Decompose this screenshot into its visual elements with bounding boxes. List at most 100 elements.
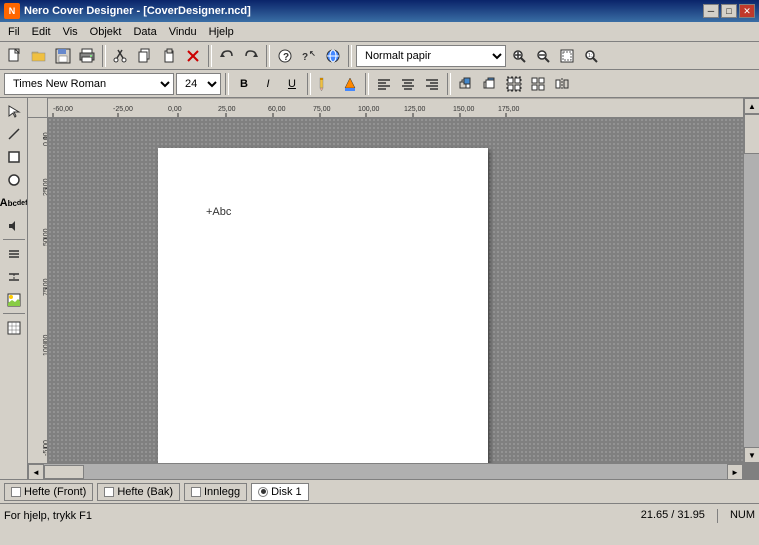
align-right-button[interactable] (421, 73, 443, 95)
text-tool-button[interactable]: Abc def (3, 192, 25, 214)
innlegg-checkbox[interactable] (191, 487, 201, 497)
spacing-button[interactable] (3, 266, 25, 288)
obj-front-button[interactable] (455, 73, 477, 95)
status-right: 21.65 / 31.95 NUM (641, 509, 755, 523)
open-button[interactable] (28, 45, 50, 67)
fmt-separator4 (447, 73, 451, 95)
canvas-area[interactable]: -60,00 -25,00 0,00 25,00 60,00 75,00 100… (28, 98, 759, 479)
fmt-separator3 (365, 73, 369, 95)
audio-tool-button[interactable] (3, 215, 25, 237)
svg-text:150,00: 150,00 (453, 106, 475, 113)
scrollbar-horizontal[interactable]: ◄ ► (28, 463, 743, 479)
undo-button[interactable] (216, 45, 238, 67)
menu-fil[interactable]: Fil (2, 24, 26, 40)
fmt-separator2 (307, 73, 311, 95)
zoom-fit-button[interactable] (556, 45, 578, 67)
menu-objekt[interactable]: Objekt (84, 24, 128, 40)
menu-vis[interactable]: Vis (57, 24, 84, 40)
bold-button[interactable]: B (233, 73, 255, 95)
app-icon: N (4, 3, 20, 19)
save-button[interactable] (52, 45, 74, 67)
line-tool-button[interactable] (3, 123, 25, 145)
innlegg-tab[interactable]: Innlegg (184, 483, 247, 501)
scrollbar-vertical[interactable]: ▲ ▼ (743, 98, 759, 463)
align-left-button[interactable] (373, 73, 395, 95)
obj-back-button[interactable] (479, 73, 501, 95)
scroll-up-button[interactable]: ▲ (744, 98, 759, 114)
pencil-button[interactable] (315, 73, 337, 95)
new-button[interactable] (4, 45, 26, 67)
tabs-bar: Hefte (Front) Hefte (Bak) Innlegg Disk 1 (0, 479, 759, 503)
select-tool-button[interactable] (3, 100, 25, 122)
delete-button[interactable] (182, 45, 204, 67)
scroll-thumb-horizontal[interactable] (44, 465, 84, 479)
context-help-button[interactable]: ?↖ (298, 45, 320, 67)
status-bar: For hjelp, trykk F1 21.65 / 31.95 NUM (0, 503, 759, 527)
page-canvas[interactable]: +Abc (158, 148, 488, 463)
scroll-track-vertical[interactable] (744, 114, 759, 447)
cut-button[interactable] (110, 45, 132, 67)
redo-button[interactable] (240, 45, 262, 67)
svg-text:0,00: 0,00 (43, 132, 48, 146)
drawing-area[interactable]: +Abc (48, 118, 743, 463)
italic-button[interactable]: I (257, 73, 279, 95)
color-button[interactable] (339, 73, 361, 95)
menu-vindu[interactable]: Vindu (163, 24, 203, 40)
scroll-track-horizontal[interactable] (44, 464, 727, 479)
hefte-bak-checkbox[interactable] (104, 487, 114, 497)
ruler-corner (28, 98, 48, 118)
title-buttons: ─ □ ✕ (703, 4, 755, 18)
left-separator2 (3, 313, 25, 315)
close-button[interactable]: ✕ (739, 4, 755, 18)
menu-data[interactable]: Data (127, 24, 162, 40)
menu-hjelp[interactable]: Hjelp (203, 24, 240, 40)
svg-text:175,00: 175,00 (498, 106, 520, 113)
align-objects-button[interactable] (3, 243, 25, 265)
menu-edit[interactable]: Edit (26, 24, 57, 40)
paste-button[interactable] (158, 45, 180, 67)
hefte-front-tab[interactable]: Hefte (Front) (4, 483, 93, 501)
ruler-horizontal: -60,00 -25,00 0,00 25,00 60,00 75,00 100… (48, 98, 743, 118)
disk1-radio-dot (261, 489, 266, 494)
main-area: Abc def -60,00 (0, 98, 759, 479)
svg-text:↖: ↖ (309, 49, 316, 58)
zoom-in-button[interactable] (508, 45, 530, 67)
ruler-vertical: 0,00 25,00 50,00 75,00 100,00 -5,00 (28, 118, 48, 463)
ellipse-tool-button[interactable] (3, 169, 25, 191)
obj-mirror-button[interactable] (551, 73, 573, 95)
hefte-front-checkbox[interactable] (11, 487, 21, 497)
svg-text:100,00: 100,00 (43, 334, 48, 356)
copy-button[interactable] (134, 45, 156, 67)
underline-button[interactable]: U (281, 73, 303, 95)
disk1-tab[interactable]: Disk 1 (251, 483, 309, 501)
internet-button[interactable] (322, 45, 344, 67)
svg-text:?: ? (283, 52, 289, 63)
help-button[interactable]: ? (274, 45, 296, 67)
title-bar: N Nero Cover Designer - [CoverDesigner.n… (0, 0, 759, 22)
font-select[interactable]: Times New Roman (4, 73, 174, 95)
zoom-out-button[interactable] (532, 45, 554, 67)
scroll-left-button[interactable]: ◄ (28, 464, 44, 479)
scroll-thumb-vertical[interactable] (744, 114, 759, 154)
obj-group-button[interactable] (503, 73, 525, 95)
print-button[interactable] (76, 45, 98, 67)
align-center-button[interactable] (397, 73, 419, 95)
maximize-button[interactable]: □ (721, 4, 737, 18)
svg-text:75,00: 75,00 (313, 106, 331, 113)
disk1-label: Disk 1 (271, 486, 302, 498)
image-tool-button[interactable] (3, 289, 25, 311)
zoom-100-button[interactable]: 1:1 (580, 45, 602, 67)
scroll-down-button[interactable]: ▼ (744, 447, 759, 463)
disk1-radio[interactable] (258, 487, 268, 497)
obj-ungroup-button[interactable] (527, 73, 549, 95)
paper-select[interactable]: Normalt papir (356, 45, 506, 67)
font-size-select[interactable]: 24 (176, 73, 221, 95)
rect-tool-button[interactable] (3, 146, 25, 168)
fmt-separator1 (225, 73, 229, 95)
minimize-button[interactable]: ─ (703, 4, 719, 18)
svg-text:0,00: 0,00 (168, 106, 182, 113)
hefte-bak-tab[interactable]: Hefte (Bak) (97, 483, 180, 501)
left-toolbar: Abc def (0, 98, 28, 479)
scroll-right-button[interactable]: ► (727, 464, 743, 479)
grid-button[interactable] (3, 317, 25, 339)
